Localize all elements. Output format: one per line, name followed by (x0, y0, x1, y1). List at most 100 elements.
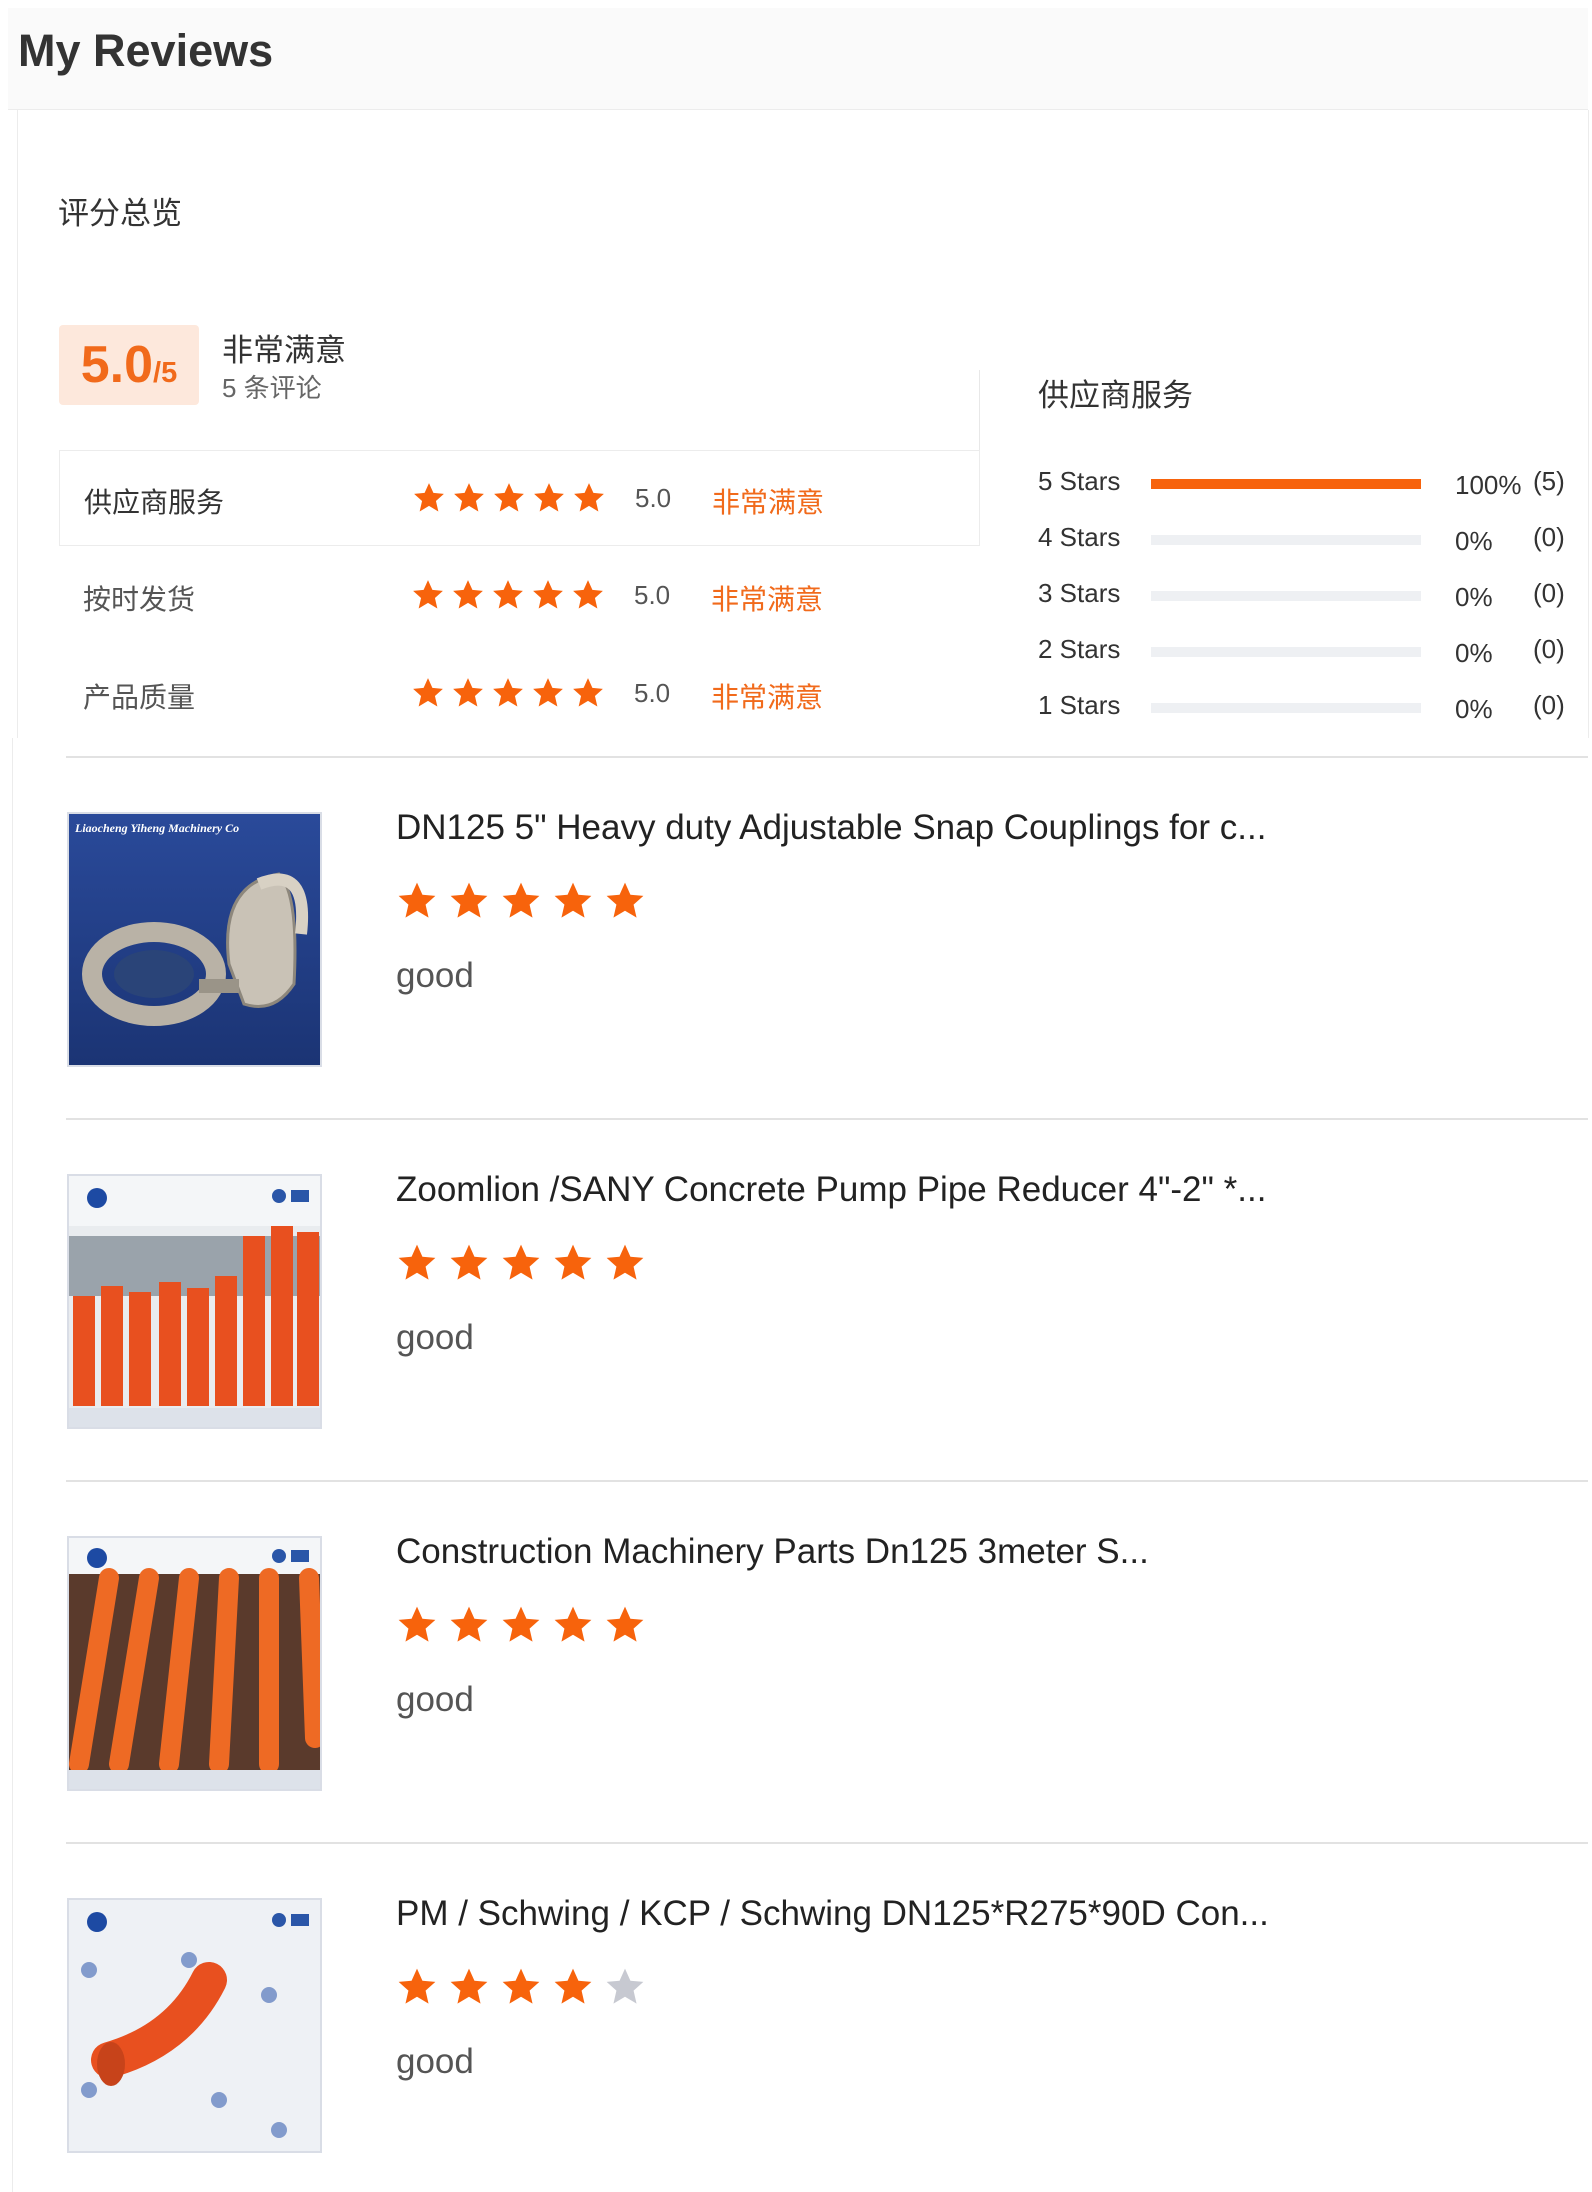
star-filled-icon (413, 580, 443, 609)
overall-score: 5.0 (80, 336, 154, 394)
star-filled-icon (554, 882, 592, 918)
review-count: 5 条评论 (222, 373, 322, 403)
distribution-row-1: 1 Stars 0% (0) (1038, 686, 1578, 726)
distribution-bar (1151, 479, 1421, 489)
distribution-bar (1151, 647, 1421, 657)
distribution-count: (5) (1533, 466, 1565, 496)
rating-value: 5.0 (634, 580, 671, 610)
star-filled-icon (454, 483, 484, 512)
review-text: good (396, 956, 474, 995)
review-item: Liaocheng Yiheng Machinery Co DN125 5" H… (66, 756, 1588, 1118)
distribution-row-4: 4 Stars 0% (0) (1038, 518, 1578, 558)
star-filled-icon (453, 678, 483, 707)
star-rating (411, 578, 605, 612)
page-title: My Reviews (18, 25, 274, 76)
star-filled-icon (450, 1244, 488, 1280)
rating-row-label: 供应商服务 (84, 487, 225, 518)
distribution-row-5: 5 Stars 100% (5) (1038, 462, 1578, 502)
orange-pipes-photo (69, 1538, 320, 1789)
distribution-count: (0) (1533, 578, 1565, 608)
star-filled-icon (606, 1606, 644, 1642)
distribution-bar (1151, 703, 1421, 713)
overall-score-max: /5 (153, 357, 178, 389)
review-product-title[interactable]: Construction Machinery Parts Dn125 3mete… (396, 1532, 1149, 1572)
distribution-label: 3 Stars (1038, 578, 1121, 608)
divider (979, 370, 980, 450)
rating-row-on-time-delivery[interactable]: 按时发货 5.0 非常满意 (59, 548, 980, 644)
overall-rating-label: 非常满意 (222, 333, 346, 368)
star-filled-icon (450, 1968, 488, 2004)
star-rating (412, 481, 606, 515)
review-product-title[interactable]: PM / Schwing / KCP / Schwing DN125*R275*… (396, 1894, 1269, 1934)
star-filled-icon (398, 1606, 436, 1642)
distribution-label: 2 Stars (1038, 634, 1121, 664)
product-thumbnail[interactable] (67, 1536, 322, 1791)
product-thumbnail[interactable] (67, 1174, 322, 1429)
review-text: good (396, 2042, 474, 2081)
star-filled-icon (493, 678, 523, 707)
rating-row-label: 按时发货 (83, 584, 196, 615)
distribution-label: 1 Stars (1038, 690, 1121, 720)
distribution-percent: 0% (1455, 694, 1493, 724)
star-filled-icon (502, 1968, 540, 2004)
distribution-bar (1151, 535, 1421, 545)
star-filled-icon (534, 483, 564, 512)
distribution-percent: 100% (1455, 470, 1522, 500)
star-filled-icon (502, 882, 540, 918)
orange-elbow-photo (69, 1900, 320, 2151)
star-filled-icon (398, 1968, 436, 2004)
review-star-rating (396, 1604, 646, 1646)
review-product-title[interactable]: Zoomlion /SANY Concrete Pump Pipe Reduce… (396, 1170, 1266, 1210)
distribution-row-3: 3 Stars 0% (0) (1038, 574, 1578, 614)
distribution-label: 5 Stars (1038, 466, 1121, 496)
star-filled-icon (398, 1244, 436, 1280)
star-filled-icon (554, 1244, 592, 1280)
image-caption: Liaocheng Yiheng Machinery Co (74, 821, 239, 835)
orange-reducer-pipes-photo (69, 1176, 320, 1427)
distribution-bar (1151, 591, 1421, 601)
star-filled-icon (493, 580, 523, 609)
star-rating (411, 676, 605, 710)
star-filled-icon (414, 483, 444, 512)
star-filled-icon (533, 580, 563, 609)
star-filled-icon (502, 1606, 540, 1642)
review-star-rating (396, 1966, 646, 2008)
star-filled-icon (450, 882, 488, 918)
rating-row-label: 产品质量 (83, 682, 196, 713)
star-filled-icon (554, 1968, 592, 2004)
snap-coupling-photo: Liaocheng Yiheng Machinery Co (69, 814, 320, 1065)
distribution-count: (0) (1533, 690, 1565, 720)
review-star-rating (396, 880, 646, 922)
distribution-label: 4 Stars (1038, 522, 1121, 552)
rating-row-supplier-service[interactable]: 供应商服务 5.0 非常满意 (59, 450, 980, 546)
star-filled-icon (573, 678, 603, 707)
product-thumbnail[interactable]: Liaocheng Yiheng Machinery Co (67, 812, 322, 1067)
review-item: Construction Machinery Parts Dn125 3mete… (66, 1480, 1588, 1842)
overview-title: 评分总览 (58, 196, 182, 231)
star-filled-icon (574, 483, 604, 512)
product-thumbnail[interactable] (67, 1898, 322, 2153)
rating-description: 非常满意 (711, 584, 824, 615)
distribution-count: (0) (1533, 522, 1565, 552)
rating-description: 非常满意 (712, 487, 825, 518)
star-filled-icon (502, 1244, 540, 1280)
star-filled-icon (453, 580, 483, 609)
distribution-bar-fill (1151, 479, 1421, 489)
review-item: PM / Schwing / KCP / Schwing DN125*R275*… (66, 1842, 1588, 2192)
star-filled-icon (398, 882, 436, 918)
star-filled-icon (413, 678, 443, 707)
distribution-percent: 0% (1455, 638, 1493, 668)
star-filled-icon (533, 678, 563, 707)
rating-row-product-quality[interactable]: 产品质量 5.0 非常满意 (59, 646, 980, 742)
review-text: good (396, 1318, 474, 1357)
rating-value: 5.0 (634, 678, 671, 708)
distribution-row-2: 2 Stars 0% (0) (1038, 630, 1578, 670)
review-text: good (396, 1680, 474, 1719)
star-filled-icon (573, 580, 603, 609)
star-empty-icon (606, 1968, 644, 2004)
review-product-title[interactable]: DN125 5" Heavy duty Adjustable Snap Coup… (396, 808, 1266, 848)
page-header: My Reviews (8, 8, 1588, 110)
star-filled-icon (554, 1606, 592, 1642)
distribution-percent: 0% (1455, 582, 1493, 612)
star-filled-icon (494, 483, 524, 512)
